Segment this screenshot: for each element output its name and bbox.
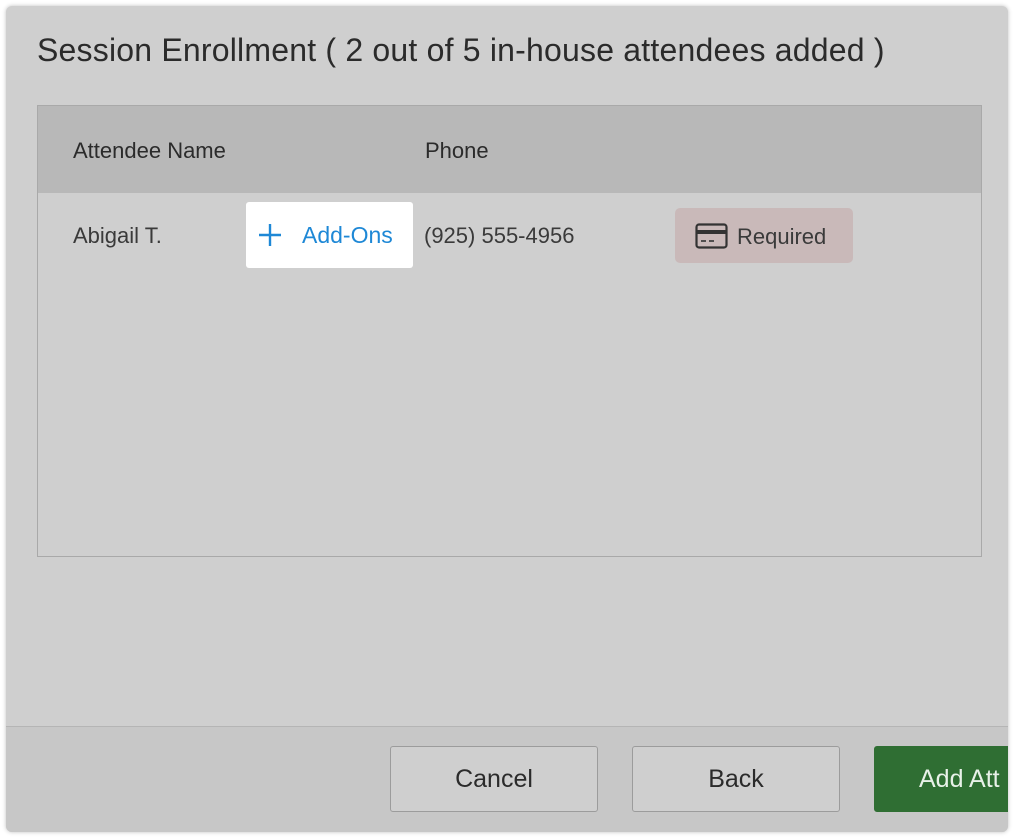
attendee-table: Attendee Name Phone Abigail T. Add-Ons (… (37, 105, 982, 557)
enrollment-dialog: Session Enrollment ( 2 out of 5 in-house… (6, 6, 1008, 832)
add-ons-label: Add-Ons (302, 222, 393, 248)
table-row: Abigail T. Add-Ons (925) 555-4956 Requir… (38, 193, 981, 281)
dialog-footer: Cancel Back Add Att (6, 726, 1008, 832)
cancel-button[interactable]: Cancel (390, 746, 598, 812)
column-header-attendee-name: Attendee Name (73, 138, 226, 163)
plus-icon (259, 224, 281, 246)
payment-status-label: Required (737, 224, 827, 249)
dialog-title: Session Enrollment ( 2 out of 5 in-house… (37, 32, 885, 68)
back-button[interactable]: Back (632, 746, 840, 812)
column-header-phone: Phone (425, 138, 489, 163)
add-ons-button[interactable]: Add-Ons (246, 202, 413, 268)
payment-required-badge[interactable]: Required (675, 208, 853, 263)
credit-card-icon (695, 223, 728, 249)
attendee-phone: (925) 555-4956 (424, 223, 575, 248)
table-header: Attendee Name Phone (38, 106, 981, 193)
attendee-name: Abigail T. (73, 223, 162, 248)
add-attendee-button[interactable]: Add Att (874, 746, 1008, 812)
